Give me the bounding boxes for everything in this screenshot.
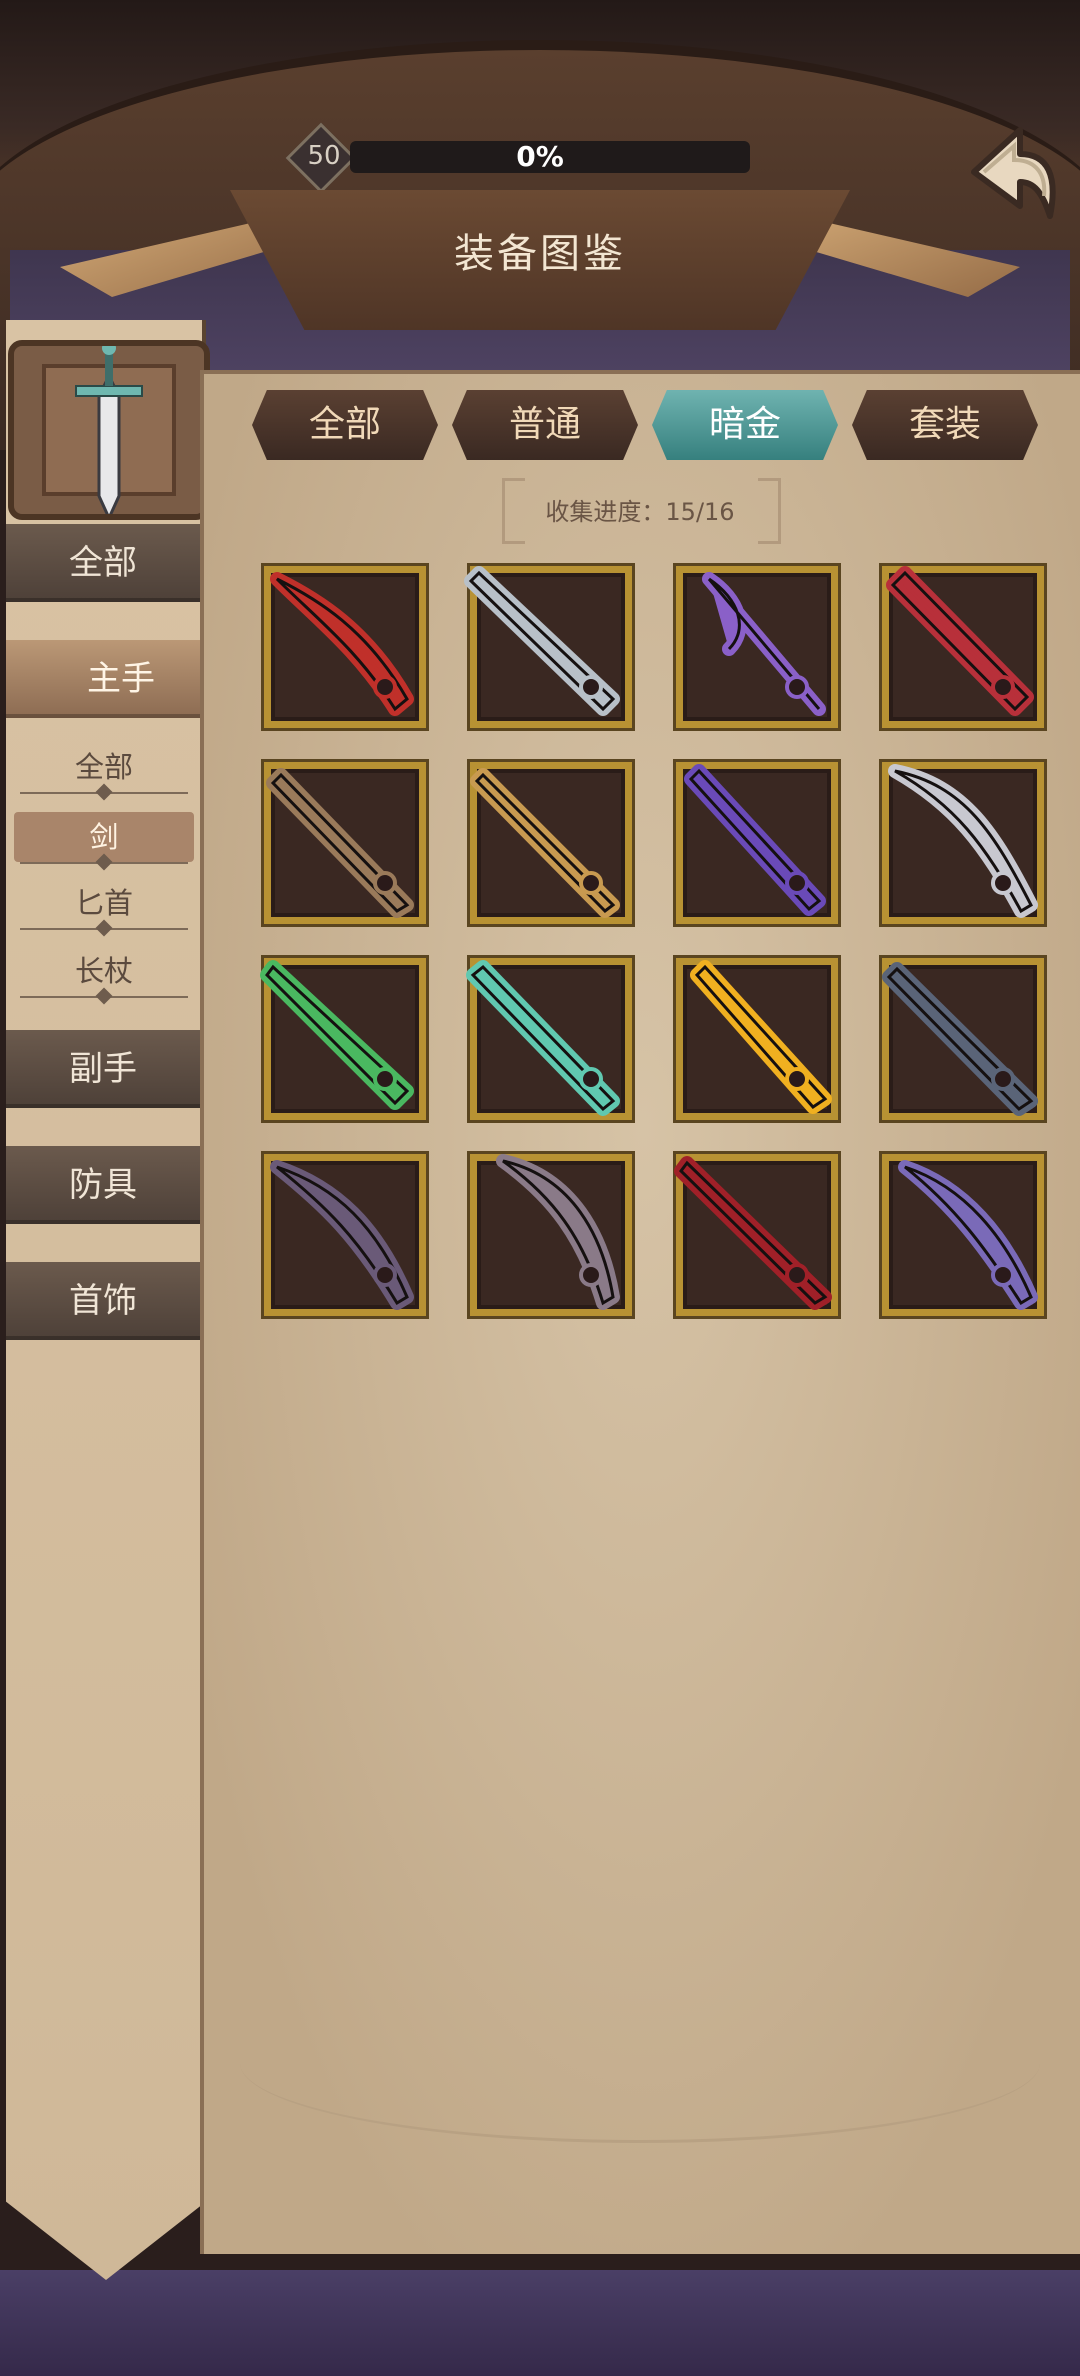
violet-winged-sword-icon bbox=[684, 764, 826, 916]
item-slot[interactable] bbox=[470, 1154, 632, 1316]
collection-progress: 收集进度：15/16 bbox=[545, 498, 735, 526]
purple-skull-axe-icon bbox=[702, 572, 826, 716]
golden-flame-blade-icon bbox=[690, 960, 832, 1114]
item-slot[interactable] bbox=[264, 1154, 426, 1316]
bottom-frame bbox=[0, 2270, 1080, 2376]
tab-set[interactable]: 套装 bbox=[852, 390, 1038, 460]
item-slot[interactable] bbox=[882, 566, 1044, 728]
level-value: 50 bbox=[307, 141, 341, 171]
red-curved-blade-icon bbox=[270, 572, 414, 716]
crimson-sword-icon bbox=[886, 566, 1034, 716]
obsidian-greatsword-icon bbox=[882, 962, 1038, 1116]
sidebar-item-accessories[interactable]: 首饰 bbox=[6, 1262, 200, 1340]
item-slot[interactable] bbox=[264, 762, 426, 924]
back-arrow-icon bbox=[971, 127, 1056, 219]
item-slot[interactable] bbox=[882, 762, 1044, 924]
dark-spider-sword-icon bbox=[266, 768, 414, 918]
page-title: 装备图鉴 bbox=[454, 231, 626, 277]
dusk-bone-blade-icon bbox=[898, 1160, 1038, 1310]
tab-all[interactable]: 全部 bbox=[252, 390, 438, 460]
item-slot[interactable] bbox=[676, 566, 838, 728]
item-slot[interactable] bbox=[674, 1154, 838, 1316]
sword-icon bbox=[42, 341, 176, 522]
bracket-right bbox=[758, 478, 781, 544]
tab-dark-gold[interactable]: 暗金 bbox=[652, 390, 838, 460]
shadow-cleaver-icon bbox=[270, 1160, 414, 1310]
sidebar-item-all[interactable]: 全部 bbox=[6, 524, 200, 602]
item-slot[interactable] bbox=[466, 958, 632, 1120]
back-button[interactable] bbox=[962, 120, 1062, 230]
item-slot[interactable] bbox=[882, 1154, 1044, 1316]
item-slot[interactable] bbox=[882, 958, 1044, 1120]
steel-longsword-icon bbox=[464, 566, 620, 716]
blood-thorn-sword-icon bbox=[674, 1156, 832, 1310]
grey-serrated-blade-icon bbox=[496, 1154, 620, 1310]
sidebar-item-off-hand[interactable]: 副手 bbox=[6, 1030, 200, 1108]
sidebar-item-armor[interactable]: 防具 bbox=[6, 1146, 200, 1224]
green-crystal-sword-icon bbox=[260, 960, 414, 1110]
silver-scimitar-icon bbox=[888, 764, 1038, 918]
item-slot[interactable] bbox=[260, 958, 426, 1120]
item-slot[interactable] bbox=[470, 762, 632, 924]
bronze-sun-sword-icon bbox=[470, 768, 620, 918]
experience-percent: 0% bbox=[516, 140, 564, 173]
category-emblem bbox=[8, 340, 210, 522]
item-slot[interactable] bbox=[464, 566, 632, 728]
tab-normal[interactable]: 普通 bbox=[452, 390, 638, 460]
teal-lightning-sword-icon bbox=[466, 960, 620, 1116]
item-slot[interactable] bbox=[264, 566, 426, 728]
item-slot[interactable] bbox=[676, 958, 838, 1120]
item-slot[interactable] bbox=[676, 762, 838, 924]
